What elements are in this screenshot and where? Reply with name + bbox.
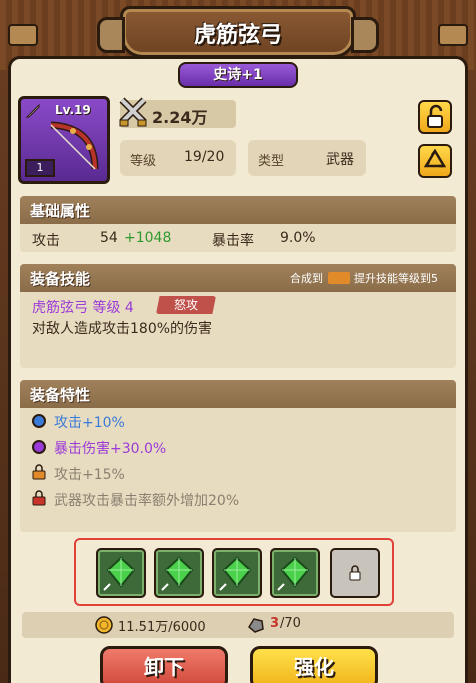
green-gem-icon: [103, 556, 136, 591]
trait-item: 暴击伤害+30.0%: [54, 441, 167, 457]
corner-ornament-left: [8, 24, 38, 46]
orange-lock-icon: [32, 464, 46, 480]
recycle-button[interactable]: [418, 144, 452, 178]
skill-hint-suffix: 提升技能等级到5: [354, 272, 438, 285]
gem-slot-3[interactable]: [212, 548, 262, 598]
skill-description: 对敌人造成攻击180%的伤害: [32, 321, 213, 337]
skill-name: 虎筋弦弓 等级 4: [32, 300, 134, 316]
unequip-button[interactable]: 卸下: [100, 646, 228, 683]
trait-item: 武器攻击暴击率额外增加20%: [54, 493, 240, 509]
gem-slot-2[interactable]: [154, 548, 204, 598]
rarity-color-swatch: [328, 272, 350, 284]
corner-ornament-right: [438, 24, 468, 46]
crossed-swords-icon: [119, 97, 147, 127]
item-count: 1: [25, 159, 55, 177]
upgrade-button[interactable]: 强化: [250, 646, 378, 683]
unlock-icon: [427, 104, 443, 128]
green-gem-icon: [219, 556, 252, 591]
traits-title: 装备特性: [30, 386, 91, 404]
green-gem-icon: [161, 556, 194, 591]
blue-dot-icon: [32, 414, 46, 428]
trait-item: 攻击+15%: [54, 467, 125, 483]
skill-tag: 怒攻: [156, 296, 216, 314]
resource-bar: [22, 612, 454, 638]
power-value: 2.24万: [152, 108, 208, 127]
green-gem-icon: [277, 556, 310, 591]
level-value: 19/20: [184, 149, 225, 165]
gem-slot-4[interactable]: [270, 548, 320, 598]
attack-value: 54: [100, 230, 118, 246]
recycle-icon: [423, 148, 447, 168]
gem-slot-locked[interactable]: [330, 548, 380, 598]
lock-toggle-button[interactable]: [418, 100, 452, 134]
sword-icon: [25, 103, 40, 118]
attack-label: 攻击: [32, 233, 60, 249]
trait-item: 攻击+10%: [54, 415, 125, 431]
base-attrs-header: 基础属性: [20, 196, 456, 224]
type-label: 类型: [258, 154, 285, 169]
stone-need: /70: [280, 616, 301, 631]
attack-bonus: +1048: [124, 230, 172, 246]
red-lock-icon: [32, 490, 46, 506]
level-label: 等级: [130, 154, 157, 169]
skill-title: 装备技能: [30, 270, 91, 288]
gold-coin-icon: [95, 616, 113, 634]
traits-header: 装备特性: [20, 380, 456, 408]
item-level: Lv.19: [55, 103, 91, 117]
gold-amount: 11.51万/6000: [118, 620, 206, 635]
stone-icon: [248, 618, 264, 633]
purple-dot-icon: [32, 440, 46, 454]
item-title: 虎筋弦弓: [193, 23, 282, 48]
item-icon[interactable]: Lv.19 1: [18, 96, 110, 184]
crit-value: 9.0%: [280, 230, 316, 246]
crit-label: 暴击率: [212, 233, 254, 249]
skill-hint-prefix: 合成到: [290, 272, 323, 285]
rarity-badge: 史诗+1: [178, 62, 298, 88]
title-plate: 虎筋弦弓: [97, 6, 379, 58]
lock-icon: [349, 565, 361, 581]
stone-have: 3: [270, 616, 280, 631]
base-attrs-title: 基础属性: [30, 202, 91, 220]
type-value: 武器: [326, 152, 354, 168]
gem-slot-1[interactable]: [96, 548, 146, 598]
